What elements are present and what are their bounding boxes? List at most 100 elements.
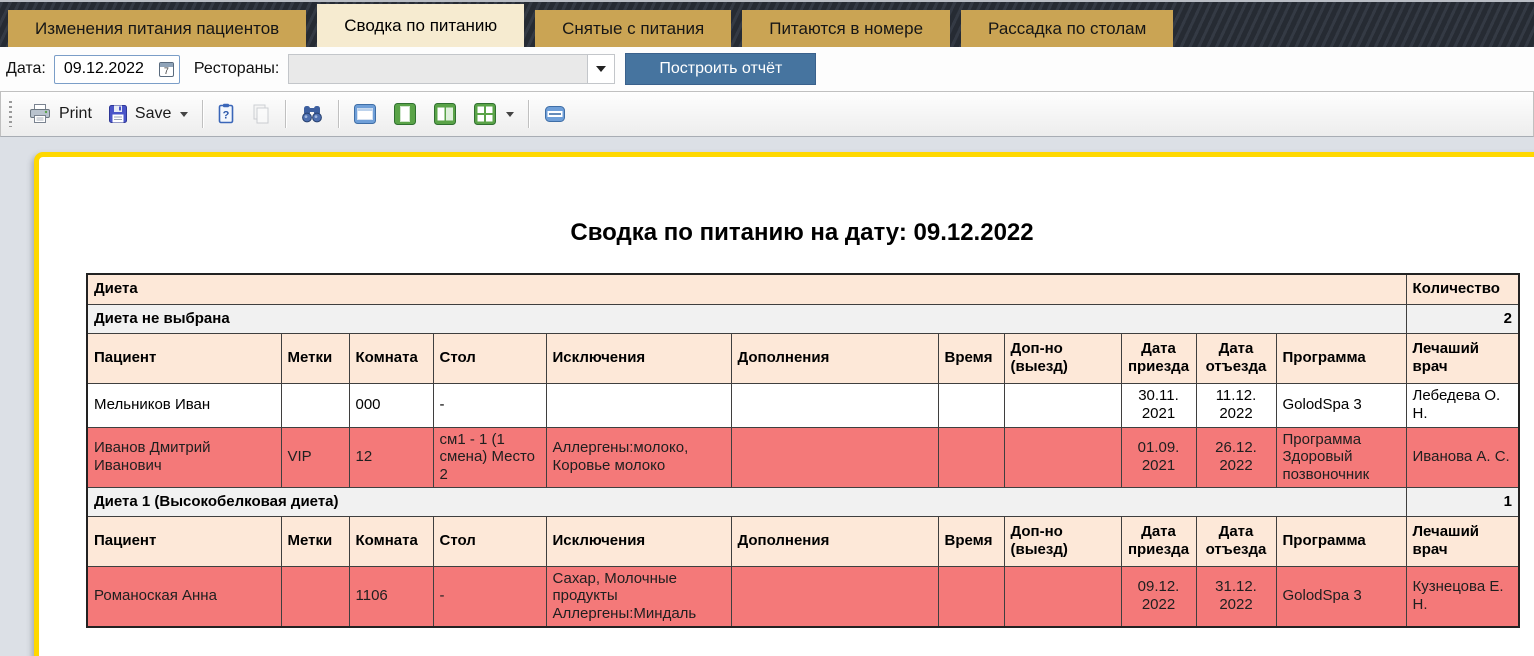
- build-report-button[interactable]: Построить отчёт: [625, 53, 816, 85]
- cell-arrival: 30.11. 2021: [1121, 383, 1196, 427]
- multi-page-dropdown-icon[interactable]: [506, 112, 514, 117]
- tab-removed-from-meals[interactable]: Снятые с питания: [535, 10, 731, 47]
- tab-nutrition-summary[interactable]: Сводка по питанию: [317, 4, 524, 47]
- report-toolbar: Print Save ?: [0, 91, 1534, 137]
- print-button[interactable]: Print: [20, 99, 100, 129]
- col-header: Стол: [433, 333, 546, 383]
- cell-tags: VIP: [281, 427, 349, 487]
- toolbar-separator: [285, 100, 286, 128]
- col-header: Метки: [281, 333, 349, 383]
- cell-table: -: [433, 566, 546, 627]
- copy-pages-icon: [251, 103, 271, 125]
- cell-table: см1 - 1 (1 смена) Место 2: [433, 427, 546, 487]
- count-header-label: Количество: [1406, 274, 1519, 304]
- col-header: Программа: [1276, 516, 1406, 566]
- find-button[interactable]: [292, 100, 332, 128]
- col-header: Комната: [349, 516, 433, 566]
- cell-patient: Романоская Анна: [87, 566, 281, 627]
- save-label: Save: [135, 105, 171, 123]
- date-input[interactable]: 09.12.2022: [54, 55, 180, 84]
- calendar-icon[interactable]: [159, 62, 174, 77]
- diet-group-row: Диета не выбрана 2: [87, 304, 1519, 333]
- diet-group-row: Диета 1 (Высокобелковая диета) 1: [87, 487, 1519, 516]
- cell-extra: [1004, 383, 1121, 427]
- cell-doctor: Лебедева О. Н.: [1406, 383, 1519, 427]
- col-header: Время: [938, 516, 1004, 566]
- page-setup-icon: [543, 103, 567, 125]
- page-view-button[interactable]: [385, 98, 425, 130]
- whole-page-view-button[interactable]: [345, 98, 385, 130]
- col-header: Лечаший врач: [1406, 516, 1519, 566]
- col-header: Дата приезда: [1121, 333, 1196, 383]
- date-label: Дата:: [6, 60, 46, 78]
- col-header: Доп-но (выезд): [1004, 516, 1121, 566]
- tab-bar: Изменения питания пациентов Сводка по пи…: [0, 0, 1534, 47]
- cell-tags: [281, 566, 349, 627]
- cell-departure: 31.12. 2022: [1196, 566, 1276, 627]
- save-icon: [108, 104, 128, 124]
- table-header-row: Диета Количество: [87, 274, 1519, 304]
- cell-room: 12: [349, 427, 433, 487]
- parameters-icon: ?: [217, 103, 235, 125]
- nutrition-summary-table: Диета Количество Диета не выбрана 2 Паци…: [86, 273, 1520, 628]
- multi-page-view-button[interactable]: [465, 98, 522, 130]
- cell-exclusions: Аллергены:молоко, Коровье молоко: [546, 427, 731, 487]
- cell-additions: [731, 383, 938, 427]
- two-page-view-icon: [433, 102, 457, 126]
- two-page-view-button[interactable]: [425, 98, 465, 130]
- col-header: Время: [938, 333, 1004, 383]
- diet-header-label: Диета: [87, 274, 1406, 304]
- diet-group-count: 2: [1406, 304, 1519, 333]
- chevron-down-icon: [596, 66, 606, 72]
- toolbar-separator: [202, 100, 203, 128]
- cell-tags: [281, 383, 349, 427]
- tab-eating-in-room[interactable]: Питаются в номере: [742, 10, 950, 47]
- cell-program: GolodSpa 3: [1276, 566, 1406, 627]
- tab-table-seating[interactable]: Рассадка по столам: [961, 10, 1173, 47]
- whole-page-view-icon: [353, 102, 377, 126]
- patient-row-highlighted: Иванов Дмитрий Иванович VIP 12 см1 - 1 (…: [87, 427, 1519, 487]
- cell-program: Программа Здоровый позвоночник: [1276, 427, 1406, 487]
- col-header: Дата отъезда: [1196, 516, 1276, 566]
- col-header: Программа: [1276, 333, 1406, 383]
- tab-patient-meal-changes[interactable]: Изменения питания пациентов: [8, 10, 306, 47]
- binoculars-icon: [300, 104, 324, 124]
- page-view-icon: [393, 102, 417, 126]
- toolbar-grip-handle[interactable]: [9, 101, 12, 127]
- cell-exclusions: [546, 383, 731, 427]
- parameters-button[interactable]: ?: [209, 99, 243, 129]
- cell-additions: [731, 427, 938, 487]
- save-dropdown-icon[interactable]: [180, 112, 188, 117]
- cell-departure: 26.12. 2022: [1196, 427, 1276, 487]
- col-header: Исключения: [546, 333, 731, 383]
- cell-exclusions: Сахар, Молочные продукты Аллергены:Минда…: [546, 566, 731, 627]
- cell-time: [938, 383, 1004, 427]
- restaurants-value: [289, 55, 587, 83]
- cell-doctor: Иванова А. С.: [1406, 427, 1519, 487]
- save-button[interactable]: Save: [100, 100, 196, 128]
- col-header: Пациент: [87, 516, 281, 566]
- report-title: Сводка по питанию на дату: 09.12.2022: [86, 219, 1518, 247]
- col-header: Исключения: [546, 516, 731, 566]
- col-header: Комната: [349, 333, 433, 383]
- cell-departure: 11.12. 2022: [1196, 383, 1276, 427]
- cell-doctor: Кузнецова Е. Н.: [1406, 566, 1519, 627]
- print-label: Print: [59, 105, 92, 123]
- printer-icon: [28, 103, 52, 125]
- col-header: Стол: [433, 516, 546, 566]
- col-header: Лечаший врач: [1406, 333, 1519, 383]
- cell-extra: [1004, 427, 1121, 487]
- patient-row: Мельников Иван 000 - 30.11. 2021 11.12. …: [87, 383, 1519, 427]
- col-header: Метки: [281, 516, 349, 566]
- page-setup-button[interactable]: [535, 99, 575, 129]
- cell-additions: [731, 566, 938, 627]
- column-header-row: Пациент Метки Комната Стол Исключения До…: [87, 516, 1519, 566]
- col-header: Доп-но (выезд): [1004, 333, 1121, 383]
- cell-time: [938, 427, 1004, 487]
- cell-room: 1106: [349, 566, 433, 627]
- restaurants-select[interactable]: [288, 54, 615, 84]
- col-header: Дата приезда: [1121, 516, 1196, 566]
- date-value: 09.12.2022: [64, 60, 159, 78]
- restaurants-dropdown-button[interactable]: [587, 55, 614, 83]
- copy-button[interactable]: [243, 99, 279, 129]
